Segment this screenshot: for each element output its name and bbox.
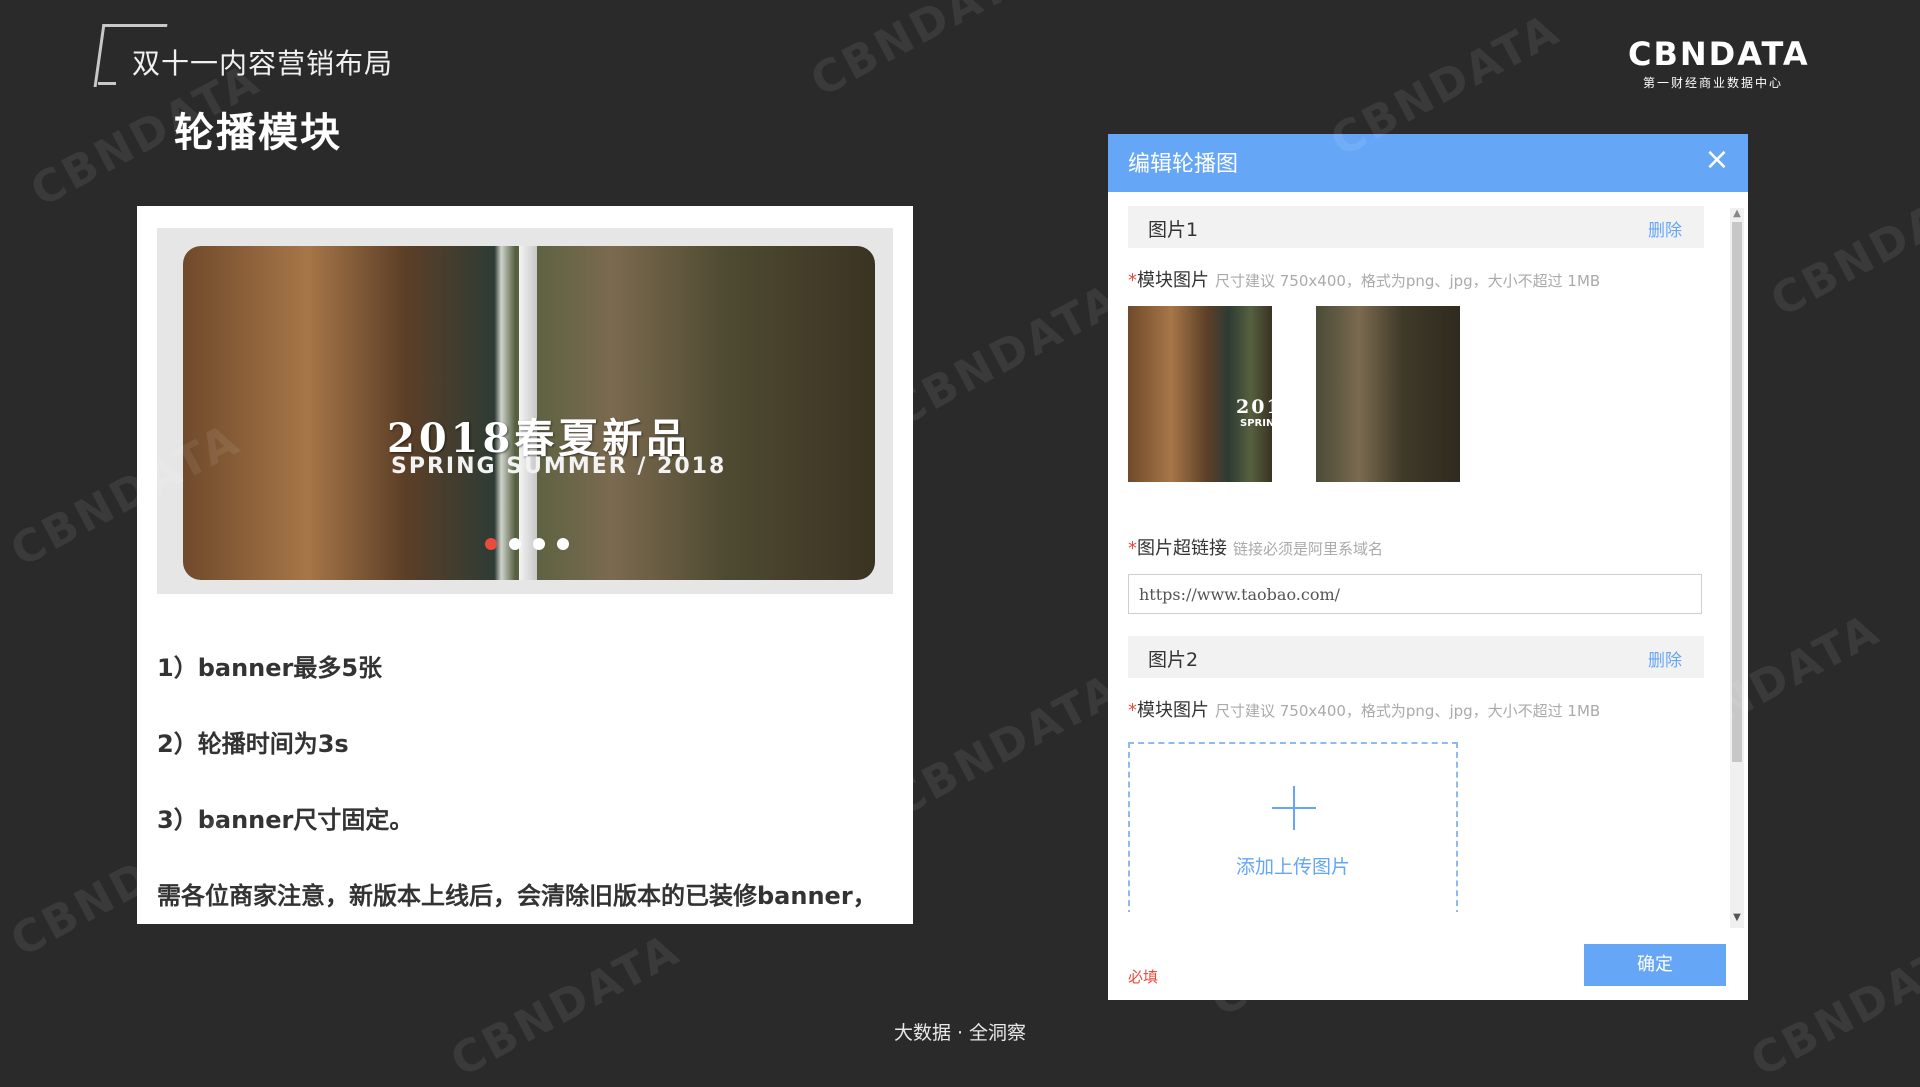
required-star: *: [1128, 700, 1137, 721]
link-hint: 链接必须是阿里系域名: [1233, 540, 1384, 558]
image-1-field-label: *模块图片 尺寸建议 750x400，格式为png、jpg，大小不超过 1MB: [1128, 266, 1600, 292]
carousel-dot-1[interactable]: [485, 538, 497, 550]
close-icon[interactable]: ×: [1702, 142, 1732, 178]
image-link-input[interactable]: [1128, 574, 1702, 614]
dialog-title: 编辑轮播图: [1128, 152, 1239, 177]
image-group-1-header: 图片1 删除: [1128, 206, 1704, 248]
scroll-down-arrow-icon[interactable]: ▼: [1730, 912, 1744, 924]
image-1-label-text: 模块图片: [1137, 270, 1209, 291]
note-line-4: 需各位商家注意，新版本上线后，会清除旧版本的已装修banner，: [157, 882, 877, 910]
thumb-title: 2018春夏新品: [1236, 396, 1272, 418]
watermark-logo: CBNDATA: [1742, 923, 1920, 1087]
banner-frame: 2018春夏新品 SPRING SUMMER / 2018: [157, 228, 893, 594]
cbndata-logo: CBNDATA 第一财经商业数据中心: [1628, 35, 1810, 91]
scroll-up-arrow-icon[interactable]: ▲: [1730, 208, 1744, 220]
uploaded-image-thumbnail-left[interactable]: 2018春夏新品 SPRING SUMMER / 2018: [1128, 306, 1272, 482]
dialog-body: 图片1 删除 *模块图片 尺寸建议 750x400，格式为png、jpg，大小不超…: [1108, 192, 1748, 912]
image-2-label-text: 模块图片: [1137, 700, 1209, 721]
required-star: *: [1128, 538, 1137, 559]
title-bracket-foot: [98, 82, 116, 85]
delete-image-2-button[interactable]: 删除: [1648, 646, 1682, 671]
image-group-2-title: 图片2: [1148, 649, 1199, 671]
image-group-2-header: 图片2 删除: [1128, 636, 1704, 678]
carousel-banner-image[interactable]: 2018春夏新品 SPRING SUMMER / 2018: [183, 246, 875, 580]
image-1-hint: 尺寸建议 750x400，格式为png、jpg，大小不超过 1MB: [1215, 272, 1601, 290]
watermark-logo: CBNDATA: [1762, 163, 1920, 328]
section-title: 双十一内容营销布局: [132, 47, 394, 80]
note-line-1: 1）banner最多5张: [157, 654, 383, 682]
footer-slogan: 大数据 · 全洞察: [893, 1022, 1027, 1044]
confirm-button[interactable]: 确定: [1584, 944, 1726, 986]
delete-image-1-button[interactable]: 删除: [1648, 216, 1682, 241]
plus-icon: [1272, 786, 1316, 830]
carousel-dot-4[interactable]: [557, 538, 569, 550]
thumb-subtitle: SPRING SUMMER / 2018: [1240, 418, 1272, 429]
image-2-field-label: *模块图片 尺寸建议 750x400，格式为png、jpg，大小不超过 1MB: [1128, 696, 1600, 722]
logo-text: CBNDATA: [1628, 35, 1810, 73]
dialog-scrollbar[interactable]: ▲ ▼: [1730, 208, 1744, 928]
dialog-header: 编辑轮播图 ×: [1108, 134, 1748, 192]
uploaded-image-thumbnail-right[interactable]: [1316, 306, 1460, 482]
image-group-1-title: 图片1: [1148, 219, 1199, 241]
required-star: *: [1128, 270, 1137, 291]
logo-subtitle: 第一财经商业数据中心: [1642, 76, 1783, 90]
carousel-dot-2[interactable]: [509, 538, 521, 550]
watermark-logo: CBNDATA: [442, 923, 689, 1087]
banner-preview-panel: 2018春夏新品 SPRING SUMMER / 2018 1）banner最多…: [137, 206, 913, 924]
watermark-logo: CBNDATA: [882, 273, 1129, 438]
image-2-hint: 尺寸建议 750x400，格式为png、jpg，大小不超过 1MB: [1215, 702, 1601, 720]
note-line-2: 2）轮播时间为3s: [157, 730, 349, 758]
carousel-dot-3[interactable]: [533, 538, 545, 550]
link-label-text: 图片超链接: [1137, 538, 1227, 559]
watermark-logo: CBNDATA: [802, 0, 1049, 108]
required-error-text: 必填: [1128, 968, 1159, 986]
link-field-label: *图片超链接 链接必须是阿里系域名: [1128, 534, 1383, 560]
watermark-logo: CBNDATA: [882, 663, 1129, 828]
banner-subtitle: SPRING SUMMER / 2018: [391, 454, 727, 479]
